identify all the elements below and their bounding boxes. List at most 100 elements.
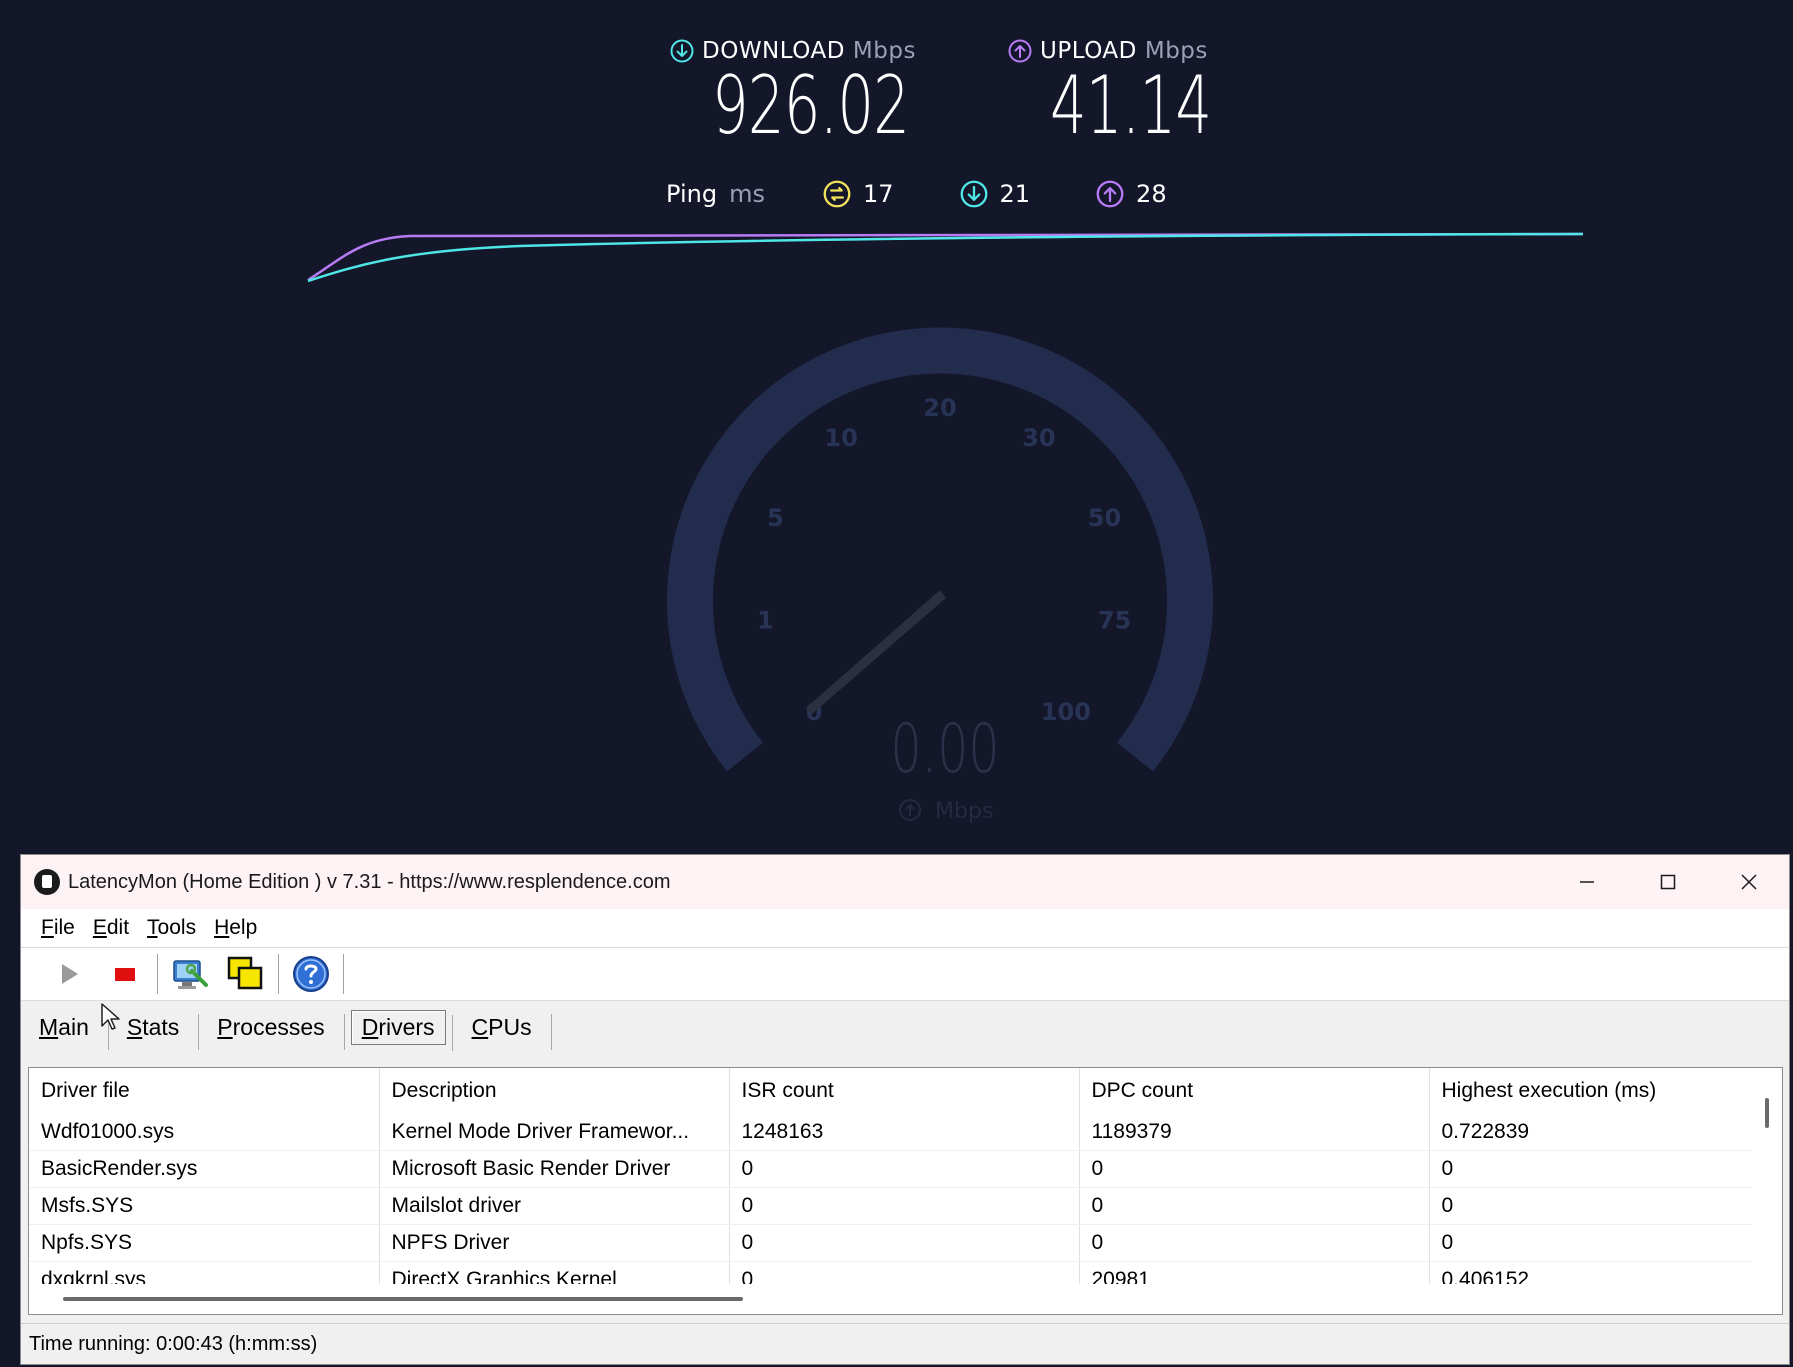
mouse-pointer-icon xyxy=(101,1003,120,1030)
cell-highest-execution: 0.722839 xyxy=(1429,1114,1754,1151)
stop-button[interactable] xyxy=(103,952,147,996)
toolbar-separator xyxy=(278,954,279,994)
gauge-tick-label: 75 xyxy=(1098,607,1131,635)
gauge-tick-label: 100 xyxy=(1041,698,1091,726)
tab-processes[interactable]: Processes xyxy=(205,1010,346,1050)
ping-unit: ms xyxy=(729,180,765,208)
gauge-tick-labels: 0151020305075100 xyxy=(757,394,1131,726)
column-header-description[interactable]: Description xyxy=(379,1068,730,1114)
cell-isr-count: 0 xyxy=(729,1224,1080,1262)
toolbar-separator xyxy=(157,954,158,994)
stop-icon xyxy=(115,968,135,981)
help-icon xyxy=(293,956,329,992)
horizontal-scroll-thumb[interactable] xyxy=(63,1297,743,1301)
gauge-tick-label: 1 xyxy=(757,607,774,635)
gauge-tick-label: 10 xyxy=(824,424,857,452)
latencymon-window: LatencyMon (Home Edition ) v 7.31 - http… xyxy=(20,854,1790,1365)
speed-gauge: 0151020305075100 0.00 Mbps xyxy=(667,327,1213,824)
drivers-table-view: Driver file Description ISR count DPC co… xyxy=(28,1067,1783,1315)
column-header-driver-file[interactable]: Driver file xyxy=(29,1068,380,1114)
download-latency-icon xyxy=(960,180,987,208)
upload-latency-icon xyxy=(1096,180,1124,208)
download-arrow-icon xyxy=(670,39,694,63)
cell-isr-count: 1248163 xyxy=(729,1114,1080,1151)
cell-driver-file: Npfs.SYS xyxy=(29,1224,380,1262)
column-header-dpc-count[interactable]: DPC count xyxy=(1079,1068,1430,1114)
table-row[interactable]: Msfs.SYS Mailslot driver 0 0 0 xyxy=(29,1187,1754,1225)
drivers-table: Driver file Description ISR count DPC co… xyxy=(29,1068,1754,1299)
table-row[interactable]: Npfs.SYS NPFS Driver 0 0 0 xyxy=(29,1224,1754,1262)
column-header-highest-execution[interactable]: Highest execution (ms) xyxy=(1429,1068,1754,1114)
horizontal-scrollbar[interactable] xyxy=(29,1284,1752,1314)
help-button[interactable] xyxy=(289,952,333,996)
maximize-icon xyxy=(1660,874,1676,890)
gauge-tick-label: 5 xyxy=(767,504,784,532)
table-row[interactable]: Wdf01000.sys Kernel Mode Driver Framewor… xyxy=(29,1114,1754,1151)
cell-isr-count: 0 xyxy=(729,1187,1080,1225)
ping-label: Ping xyxy=(666,180,718,208)
tab-stats[interactable]: Stats xyxy=(115,1010,200,1050)
tab-strip: Main Stats Processes Drivers CPUs xyxy=(21,1001,1789,1053)
toolbar xyxy=(21,948,1789,1001)
app-icon xyxy=(34,869,60,895)
column-header-isr-count[interactable]: ISR count xyxy=(729,1068,1080,1114)
tab-drivers[interactable]: Drivers xyxy=(350,1009,453,1051)
minimize-icon xyxy=(1580,881,1594,883)
speed-history-graph xyxy=(307,232,1584,283)
vertical-scrollbar[interactable] xyxy=(1752,1068,1782,1314)
download-speed-line xyxy=(307,232,1584,283)
menu-tools[interactable]: Tools xyxy=(147,916,196,940)
window-title: LatencyMon (Home Edition ) v 7.31 - http… xyxy=(68,870,671,893)
toolbar-separator xyxy=(343,954,344,994)
maximize-button[interactable] xyxy=(1628,855,1708,909)
report-button[interactable] xyxy=(168,952,212,996)
upload-speed-line xyxy=(307,232,1584,282)
ping-row: Ping ms 17 21 28 xyxy=(666,180,1233,208)
gauge-tick-label: 50 xyxy=(1088,504,1121,532)
idle-latency-icon xyxy=(823,180,851,208)
gauge-tick-label: 30 xyxy=(1022,424,1055,452)
menu-bar: File Edit Tools Help xyxy=(21,909,1789,948)
ping-upload: 28 xyxy=(1096,180,1167,208)
cell-description: Microsoft Basic Render Driver xyxy=(379,1150,730,1188)
start-button[interactable] xyxy=(47,952,91,996)
table-row[interactable]: BasicRender.sys Microsoft Basic Render D… xyxy=(29,1150,1754,1188)
close-icon xyxy=(1741,874,1757,890)
gauge-needle xyxy=(806,590,946,714)
cell-description: NPFS Driver xyxy=(379,1224,730,1262)
upload-arrow-icon xyxy=(1008,39,1032,63)
cell-isr-count: 0 xyxy=(729,1150,1080,1188)
cell-highest-execution: 0 xyxy=(1429,1187,1754,1225)
gauge-unit: Mbps xyxy=(935,799,993,824)
cell-driver-file: Msfs.SYS xyxy=(29,1187,380,1225)
computer-wrench-icon xyxy=(173,960,208,989)
cell-highest-execution: 0 xyxy=(1429,1150,1754,1188)
tab-cpus[interactable]: CPUs xyxy=(460,1010,552,1050)
close-button[interactable] xyxy=(1709,855,1789,909)
cell-highest-execution: 0 xyxy=(1429,1224,1754,1262)
gauge-unit-row: Mbps xyxy=(899,799,993,824)
copy-button[interactable] xyxy=(224,952,268,996)
ping-upload-value: 28 xyxy=(1136,180,1167,208)
table-header-row: Driver file Description ISR count DPC co… xyxy=(29,1068,1754,1114)
play-icon xyxy=(62,964,78,984)
title-bar[interactable]: LatencyMon (Home Edition ) v 7.31 - http… xyxy=(21,855,1789,909)
ping-idle-value: 17 xyxy=(862,180,894,208)
status-text: Time running: 0:00:43 (h:mm:ss) xyxy=(29,1332,318,1355)
upload-value: 41.14 xyxy=(1050,59,1212,152)
ping-download: 21 xyxy=(960,180,1031,208)
tab-main[interactable]: Main xyxy=(27,1010,109,1050)
cell-driver-file: BasicRender.sys xyxy=(29,1150,380,1188)
minimize-button[interactable] xyxy=(1547,855,1627,909)
menu-file[interactable]: File xyxy=(41,916,75,940)
cell-driver-file: Wdf01000.sys xyxy=(29,1114,380,1151)
ping-download-value: 21 xyxy=(999,180,1031,208)
cell-dpc-count: 1189379 xyxy=(1079,1114,1430,1151)
menu-edit[interactable]: Edit xyxy=(93,916,129,940)
cell-description: Mailslot driver xyxy=(379,1187,730,1225)
menu-help[interactable]: Help xyxy=(214,916,257,940)
gauge-value: 0.00 xyxy=(891,709,1000,788)
cell-dpc-count: 0 xyxy=(1079,1187,1430,1225)
vertical-scroll-thumb[interactable] xyxy=(1765,1098,1769,1128)
copy-windows-icon xyxy=(227,956,263,990)
